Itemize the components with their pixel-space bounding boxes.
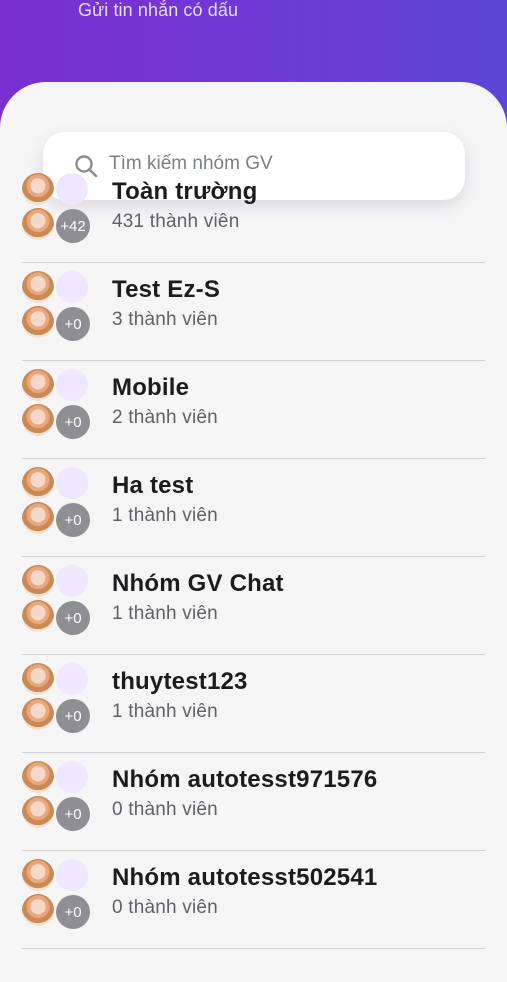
group-row[interactable]: +0 Test Ez-S 3 thành viên (0, 263, 507, 361)
avatar (22, 467, 54, 499)
group-member-count: 3 thành viên (112, 309, 218, 330)
group-member-count: 1 thành viên (112, 603, 218, 624)
group-name: Ha test (112, 472, 194, 499)
more-members-badge: +42 (56, 209, 90, 243)
group-avatars: +0 (22, 663, 92, 735)
avatar (22, 698, 54, 730)
group-member-count: 1 thành viên (112, 505, 218, 526)
avatar (56, 467, 88, 499)
group-member-count: 1 thành viên (112, 701, 218, 722)
avatar (22, 894, 54, 926)
avatar (56, 173, 88, 205)
more-members-badge: +0 (56, 503, 90, 537)
avatar (56, 565, 88, 597)
avatar (56, 271, 88, 303)
more-members-badge: +0 (56, 797, 90, 831)
group-avatars: +0 (22, 761, 92, 833)
group-avatars: +0 (22, 859, 92, 931)
avatar (56, 761, 88, 793)
divider (22, 948, 485, 949)
group-list: +42 Toàn trường 431 thành viên +0 Test E… (0, 165, 507, 949)
group-avatars: +0 (22, 271, 92, 343)
group-avatars: +0 (22, 467, 92, 539)
group-member-count: 0 thành viên (112, 897, 218, 918)
avatar (56, 663, 88, 695)
avatar (22, 663, 54, 695)
group-row[interactable]: +0 Nhóm GV Chat 1 thành viên (0, 557, 507, 655)
avatar (22, 761, 54, 793)
group-row[interactable]: +0 Ha test 1 thành viên (0, 459, 507, 557)
group-row[interactable]: +0 Nhóm autotesst502541 0 thành viên (0, 851, 507, 949)
group-name: Mobile (112, 374, 190, 401)
avatar (22, 306, 54, 338)
group-avatars: +0 (22, 369, 92, 441)
more-members-badge: +0 (56, 699, 90, 733)
group-name: thuytest123 (112, 668, 248, 695)
group-avatars: +0 (22, 565, 92, 637)
group-name: Toàn trường (112, 178, 258, 205)
group-name: Nhóm autotesst502541 (112, 864, 378, 891)
avatar (22, 271, 54, 303)
avatar (56, 369, 88, 401)
avatar (22, 208, 54, 240)
more-members-badge: +0 (56, 307, 90, 341)
group-member-count: 431 thành viên (112, 211, 240, 232)
avatar (22, 404, 54, 436)
more-members-badge: +0 (56, 601, 90, 635)
group-member-count: 0 thành viên (112, 799, 218, 820)
more-members-badge: +0 (56, 405, 90, 439)
group-name: Nhóm GV Chat (112, 570, 284, 597)
avatar (56, 859, 88, 891)
group-row[interactable]: +0 thuytest123 1 thành viên (0, 655, 507, 753)
avatar (22, 859, 54, 891)
group-row[interactable]: +0 Mobile 2 thành viên (0, 361, 507, 459)
group-row[interactable]: +0 Nhóm autotesst971576 0 thành viên (0, 753, 507, 851)
group-name: Nhóm autotesst971576 (112, 766, 378, 793)
avatar (22, 796, 54, 828)
group-avatars: +42 (22, 173, 92, 245)
avatar (22, 502, 54, 534)
avatar (22, 369, 54, 401)
avatar (22, 173, 54, 205)
avatar (22, 565, 54, 597)
more-members-badge: +0 (56, 895, 90, 929)
avatar (22, 600, 54, 632)
group-row[interactable]: +42 Toàn trường 431 thành viên (0, 165, 507, 263)
group-member-count: 2 thành viên (112, 407, 218, 428)
group-name: Test Ez-S (112, 276, 221, 303)
header-subtitle: Gửi tin nhắn có dấu (78, 0, 239, 20)
